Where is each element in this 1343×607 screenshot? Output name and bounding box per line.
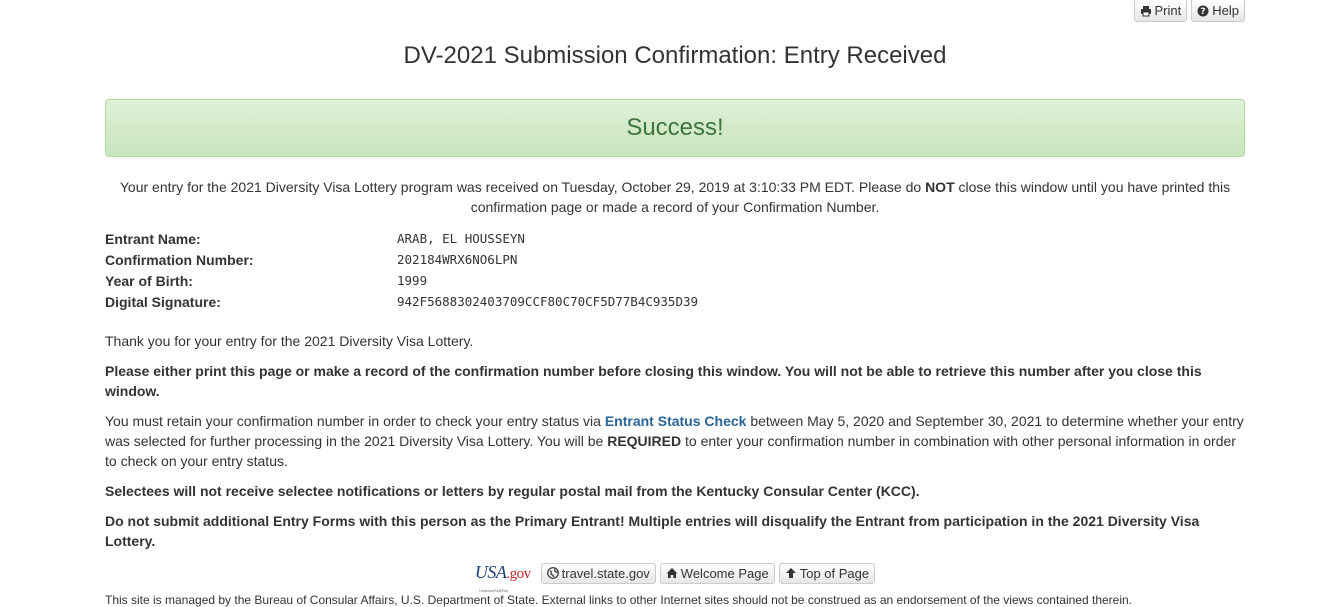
print-label: Print [1154, 3, 1182, 18]
svg-text:?: ? [1201, 7, 1206, 17]
field-row: Entrant Name: ARAB, EL HOUSSEYN [105, 228, 698, 249]
entrant-status-check-link[interactable]: Entrant Status Check [605, 413, 747, 429]
confirmation-number-value: 202184WRX6NO6LPN [397, 252, 518, 267]
page-title: DV-2021 Submission Confirmation: Entry R… [403, 42, 947, 69]
success-alert: Success! [105, 99, 1245, 157]
entrant-name-value: ARAB, EL HOUSSEYN [397, 231, 525, 246]
intro-part1: Your entry for the 2021 Diversity Visa L… [119, 179, 926, 195]
travel-state-gov-button[interactable]: travel.state.gov [540, 562, 656, 584]
entrant-details: Entrant Name: ARAB, EL HOUSSEYN Confirma… [105, 228, 698, 312]
help-button[interactable]: ? Help [1191, 0, 1245, 22]
top-toolbar: Print ? Help [1133, 0, 1245, 22]
field-row: Year of Birth: 1999 [105, 270, 698, 291]
intro-emphasis: NOT [925, 179, 955, 195]
print-button[interactable]: Print [1133, 0, 1188, 22]
print-warning: Please either print this page or make a … [105, 363, 1202, 399]
field-row: Digital Signature: 942F5688302403709CCF8… [105, 291, 698, 312]
travel-state-gov-label: travel.state.gov [561, 565, 650, 581]
printer-icon [1140, 5, 1151, 16]
success-text: Success! [626, 114, 724, 141]
usagov-logo-main: USA [474, 562, 507, 582]
field-label: Year of Birth: [105, 272, 193, 289]
field-label: Entrant Name: [105, 230, 201, 247]
retain-emphasis: REQUIRED [607, 433, 682, 449]
top-of-page-label: Top of Page [799, 565, 870, 581]
field-row: Confirmation Number: 202184WRX6NO6LPN [105, 249, 698, 270]
home-icon [666, 568, 678, 578]
arrow-up-icon [785, 568, 796, 578]
retain-text: You must retain your confirmation number… [105, 411, 1245, 471]
intro-text: Your entry for the 2021 Diversity Visa L… [105, 177, 1245, 217]
field-label: Confirmation Number: [105, 251, 254, 268]
help-label: Help [1212, 3, 1239, 18]
usagov-logo-gov: .gov [506, 566, 531, 582]
year-of-birth-value: 1999 [397, 273, 428, 288]
retain-part1: You must retain your confirmation number… [105, 413, 605, 429]
usagov-logo[interactable]: USA.gov Government Made Easy [474, 561, 531, 593]
digital-signature-value: 942F5688302403709CCF80C70CF5D77B4C935D39 [397, 294, 699, 309]
welcome-page-label: Welcome Page [680, 565, 769, 581]
question-circle-icon: ? [1197, 5, 1209, 17]
thanks-text: Thank you for your entry for the 2021 Di… [105, 333, 474, 349]
footer-links: USA.gov Government Made Easy travel.stat… [105, 561, 1245, 593]
field-label: Digital Signature: [105, 293, 221, 310]
selectees-notice: Selectees will not receive selectee noti… [105, 483, 920, 499]
welcome-page-button[interactable]: Welcome Page [659, 562, 775, 584]
do-not-submit-warning: Do not submit additional Entry Forms wit… [105, 513, 1200, 549]
globe-icon [546, 567, 559, 579]
top-of-page-button[interactable]: Top of Page [778, 562, 876, 584]
